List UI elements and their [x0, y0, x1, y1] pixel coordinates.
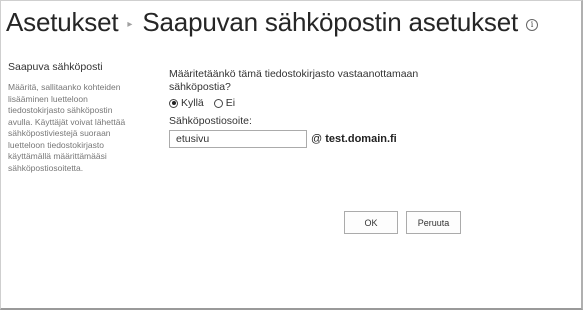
- breadcrumb-separator-icon: ▸: [127, 18, 133, 30]
- email-address-label: Sähköpostiosoite:: [169, 115, 252, 127]
- email-domain: @ test.domain.fi: [311, 133, 397, 145]
- section-info: Saapuva sähköposti Määritä, sallitaanko …: [8, 61, 133, 174]
- page-title: Saapuvan sähköpostin asetukset: [142, 6, 519, 37]
- at-sign: @: [311, 133, 323, 145]
- email-row: @ test.domain.fi: [169, 130, 469, 148]
- radio-no[interactable]: [213, 98, 223, 108]
- ok-button[interactable]: OK: [344, 211, 398, 234]
- breadcrumb-settings-link[interactable]: Asetukset: [6, 7, 119, 38]
- email-domain-text: test.domain.fi: [325, 133, 397, 145]
- page-header: Asetukset ▸ Saapuvan sähköpostin asetuks…: [6, 3, 539, 41]
- info-icon[interactable]: i: [526, 19, 539, 31]
- radio-option-yes[interactable]: Kyllä: [169, 97, 204, 109]
- radio-no-label: Ei: [225, 97, 236, 109]
- radio-yes-label: Kyllä: [181, 97, 204, 109]
- radio-yes[interactable]: [169, 98, 178, 108]
- cancel-button[interactable]: Peruuta: [406, 211, 461, 234]
- receive-email-radio-group: Kyllä Ei: [169, 97, 469, 109]
- incoming-email-form: Määritetäänkö tämä tiedostokirjasto vast…: [169, 68, 469, 148]
- radio-option-no[interactable]: Ei: [213, 97, 236, 109]
- email-address-input[interactable]: [169, 130, 307, 148]
- section-description: Määritä, sallitaanko kohteiden lisäämine…: [8, 82, 126, 173]
- receive-email-question: Määritetäänkö tämä tiedostokirjasto vast…: [169, 68, 419, 93]
- section-title: Saapuva sähköposti: [8, 61, 103, 73]
- settings-page: Asetukset ▸ Saapuvan sähköpostin asetuks…: [0, 0, 583, 310]
